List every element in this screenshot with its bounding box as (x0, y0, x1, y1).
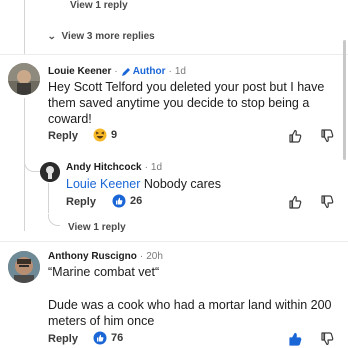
reply-button[interactable]: Reply (48, 333, 78, 345)
separator: · (144, 162, 148, 173)
view-more-replies-link[interactable]: ⌄ View 3 more replies (47, 31, 155, 42)
thread-connector (48, 214, 60, 226)
avatar[interactable] (40, 162, 60, 182)
separator: · (139, 251, 144, 262)
comment-text: Louie Keener Nobody cares (66, 176, 221, 192)
profile-photo-icon (8, 251, 40, 283)
comment-text-body: Nobody cares (143, 177, 221, 191)
reaction-count[interactable]: 76 (93, 331, 123, 345)
avatar[interactable] (8, 63, 40, 95)
mention-link[interactable]: Louie Keener (66, 177, 140, 191)
upvote-icon[interactable] (288, 195, 302, 209)
reaction-count-value: 9 (111, 129, 118, 141)
reaction-count[interactable]: 9 (93, 128, 117, 142)
reply-button[interactable]: Reply (48, 130, 78, 142)
reply-button[interactable]: Reply (66, 196, 96, 208)
downvote-icon[interactable] (320, 195, 334, 209)
like-icon (93, 331, 107, 345)
comment-header: Anthony Ruscigno · 20h (48, 251, 163, 262)
comment-header: Louie Keener · Author · 1d (48, 66, 186, 77)
author-name[interactable]: Louie Keener (48, 66, 111, 77)
profile-photo-icon (40, 162, 60, 182)
timestamp[interactable]: 20h (146, 251, 163, 262)
timestamp[interactable]: 1d (175, 66, 186, 77)
separator: · (168, 66, 172, 77)
reaction-count[interactable]: 26 (112, 194, 142, 208)
divider (0, 54, 348, 55)
pencil-icon (121, 67, 130, 76)
comment-header: Andy Hitchcock · 1d (66, 162, 162, 173)
comment-text: Dude was a cook who had a mortar land wi… (48, 298, 332, 328)
divider (0, 241, 348, 242)
upvote-icon[interactable] (288, 129, 302, 143)
view-reply-link[interactable]: View 1 reply (68, 222, 126, 233)
comment-text: “Marine combat vet“ (48, 265, 160, 279)
author-name[interactable]: Andy Hitchcock (66, 162, 142, 173)
reaction-count-value: 76 (111, 332, 124, 344)
timestamp[interactable]: 1d (151, 162, 162, 173)
profile-photo-icon (8, 63, 40, 95)
avatar[interactable] (8, 251, 40, 283)
scrollbar[interactable] (343, 40, 346, 160)
downvote-icon[interactable] (320, 332, 334, 346)
haha-emoji-icon (93, 128, 107, 142)
thread-line (48, 183, 49, 213)
chevron-down-icon: ⌄ (47, 31, 57, 41)
comment-text: Hey Scott Telford you deleted your post … (48, 80, 325, 126)
author-name[interactable]: Anthony Ruscigno (48, 251, 137, 262)
author-badge: Author (132, 66, 166, 77)
thread-connector (24, 160, 40, 172)
like-icon (112, 194, 126, 208)
downvote-icon[interactable] (320, 129, 334, 143)
separator: · (114, 66, 118, 77)
reaction-count-value: 26 (130, 195, 143, 207)
view-more-label: View 3 more replies (61, 31, 155, 42)
thread-line (24, 0, 25, 54)
view-reply-link[interactable]: View 1 reply (70, 0, 128, 11)
upvote-icon[interactable] (288, 332, 302, 346)
